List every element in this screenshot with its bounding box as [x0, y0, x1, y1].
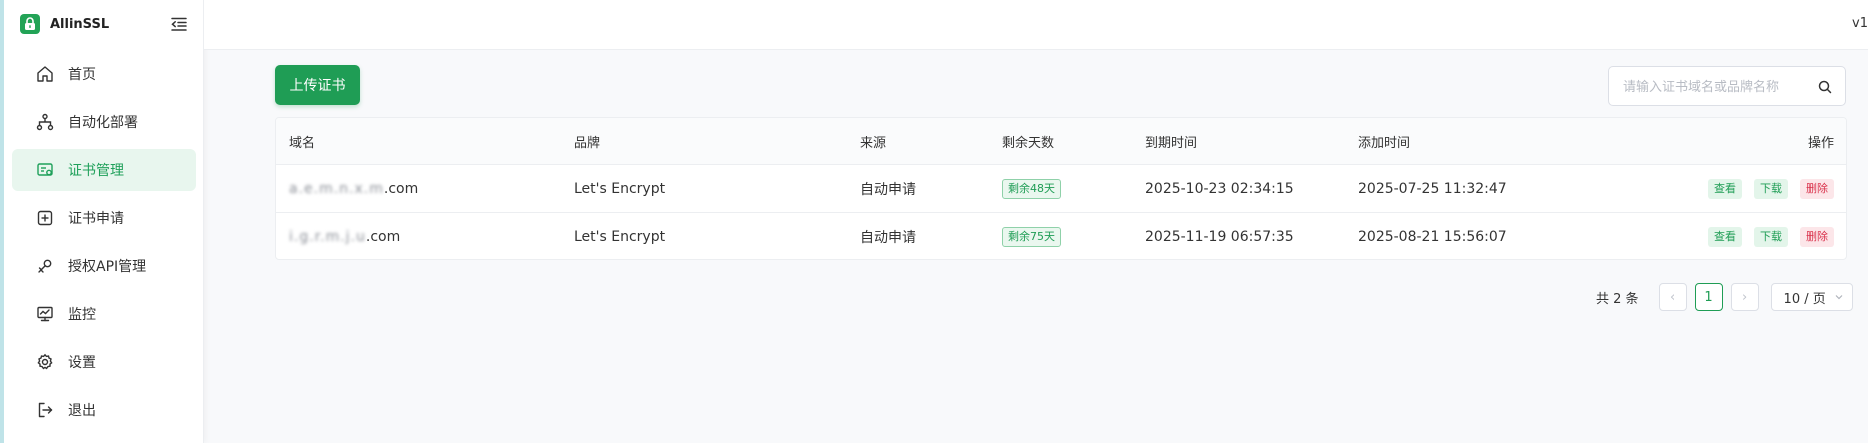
- domain-cell: a.e.m.n.x.m .com: [289, 165, 418, 212]
- col-days-left: 剩余天数: [1002, 135, 1055, 151]
- page-1-button[interactable]: 1: [1694, 283, 1723, 311]
- workflow-icon: [36, 113, 54, 131]
- brand-cell: Let's Encrypt: [574, 229, 666, 245]
- table-row: i.g.r.m.j.u .com Let's Encrypt 自动申请 剩余75天…: [276, 213, 1846, 259]
- sidebar-item-home[interactable]: 首页: [12, 53, 196, 95]
- source-cell: 自动申请: [860, 181, 916, 198]
- brand-name: AllinSSL: [50, 16, 110, 32]
- sidebar-item-label: 监控: [68, 307, 96, 323]
- sidebar-item-logout[interactable]: 退出: [12, 389, 196, 431]
- logout-icon: [38, 402, 53, 418]
- sidebar-item-label: 退出: [68, 403, 96, 419]
- sidebar-item-auto-deploy[interactable]: 自动化部署: [12, 101, 196, 143]
- search-input[interactable]: [1623, 77, 1809, 97]
- domain-cell: i.g.r.m.j.u .com: [289, 213, 401, 259]
- page-size-label: 10 / 页: [1783, 291, 1826, 307]
- sidebar-item-label: 自动化部署: [68, 115, 138, 131]
- expire-time-cell: 2025-11-19 06:57:35: [1145, 229, 1294, 245]
- col-brand: 品牌: [574, 135, 601, 151]
- chevron-down-icon: [1835, 295, 1842, 300]
- brand[interactable]: AllinSSL: [20, 13, 109, 35]
- sidebar-menu: 首页 自动化部署 证书管理 证书申请 授权API管理 监控 设置 退出: [12, 53, 196, 437]
- brand-cell: Let's Encrypt: [574, 180, 666, 197]
- version-label: v1: [1852, 16, 1868, 31]
- sidebar-item-label: 证书申请: [68, 211, 124, 227]
- actions-cell: 查看 下载 删除: [1708, 165, 1834, 212]
- domain-redacted: i.g.r.m.j.u: [289, 229, 366, 245]
- total-count: 共 2 条: [1596, 291, 1639, 307]
- sidebar-item-settings[interactable]: 设置: [12, 341, 196, 383]
- source-cell: 自动申请: [860, 230, 916, 246]
- col-added-time: 添加时间: [1358, 135, 1411, 151]
- delete-button[interactable]: 删除: [1800, 227, 1834, 247]
- sidebar: AllinSSL 首页 自动化部署 证书管理 证书申请 授权API管理 监控 设…: [0, 0, 204, 443]
- add-square-icon: [37, 210, 53, 226]
- table-header: 域名 品牌 来源 剩余天数 到期时间 添加时间 操作: [276, 118, 1846, 165]
- col-expire-time: 到期时间: [1145, 135, 1198, 151]
- sidebar-item-label: 设置: [68, 355, 96, 371]
- expire-time-cell: 2025-10-23 02:34:15: [1145, 180, 1294, 197]
- view-button[interactable]: 查看: [1708, 178, 1742, 199]
- domain-suffix: .com: [365, 229, 401, 245]
- domain-suffix: .com: [383, 180, 419, 197]
- sidebar-item-api-management[interactable]: 授权API管理: [12, 245, 196, 287]
- monitor-icon: [37, 306, 53, 322]
- home-icon: [37, 66, 53, 82]
- sidebar-item-label: 首页: [68, 67, 96, 83]
- col-domain: 域名: [289, 135, 316, 151]
- download-button[interactable]: 下载: [1754, 227, 1788, 247]
- view-button[interactable]: 查看: [1708, 227, 1742, 247]
- added-time-cell: 2025-07-25 11:32:47: [1358, 180, 1507, 197]
- sidebar-edge: [0, 0, 4, 443]
- download-button[interactable]: 下载: [1754, 178, 1788, 199]
- col-source: 来源: [860, 135, 887, 151]
- api-key-icon: [38, 259, 52, 273]
- added-time-cell: 2025-08-21 15:56:07: [1358, 229, 1507, 245]
- days-left-cell: 剩余75天: [1002, 213, 1061, 259]
- sidebar-item-cert-apply[interactable]: 证书申请: [12, 197, 196, 239]
- upload-cert-button[interactable]: 上传证书: [275, 65, 360, 105]
- sidebar-item-label: 证书管理: [68, 163, 124, 179]
- certificate-icon: [37, 163, 53, 176]
- delete-button[interactable]: 删除: [1800, 178, 1834, 199]
- next-page-button[interactable]: ›: [1730, 283, 1759, 311]
- sidebar-item-cert-management[interactable]: 证书管理: [12, 149, 196, 191]
- top-header: v1: [204, 0, 1868, 50]
- table-row: a.e.m.n.x.m .com Let's Encrypt 自动申请 剩余48天…: [276, 165, 1846, 213]
- gear-icon: [37, 353, 53, 370]
- collapse-menu-icon[interactable]: [170, 15, 188, 33]
- search-box: [1608, 66, 1846, 106]
- cert-table: 域名 品牌 来源 剩余天数 到期时间 添加时间 操作 a.e.m.n.x.m .c…: [275, 117, 1847, 260]
- actions-cell: 查看 下载 删除: [1708, 213, 1834, 259]
- days-left-badge: 剩余75天: [1002, 227, 1061, 247]
- page-size-select[interactable]: 10 / 页: [1770, 283, 1853, 311]
- lock-logo-icon: [20, 14, 40, 34]
- col-actions: 操作: [1807, 135, 1834, 151]
- sidebar-item-monitor[interactable]: 监控: [12, 293, 196, 335]
- prev-page-button[interactable]: ‹: [1658, 283, 1687, 311]
- pagination: 共 2 条 ‹ 1 › 10 / 页: [1596, 283, 1853, 311]
- sidebar-item-label: 授权API管理: [68, 259, 147, 275]
- days-left-cell: 剩余48天: [1002, 165, 1061, 212]
- domain-redacted: a.e.m.n.x.m: [289, 180, 384, 197]
- search-icon[interactable]: [1817, 79, 1833, 95]
- days-left-badge: 剩余48天: [1002, 178, 1061, 199]
